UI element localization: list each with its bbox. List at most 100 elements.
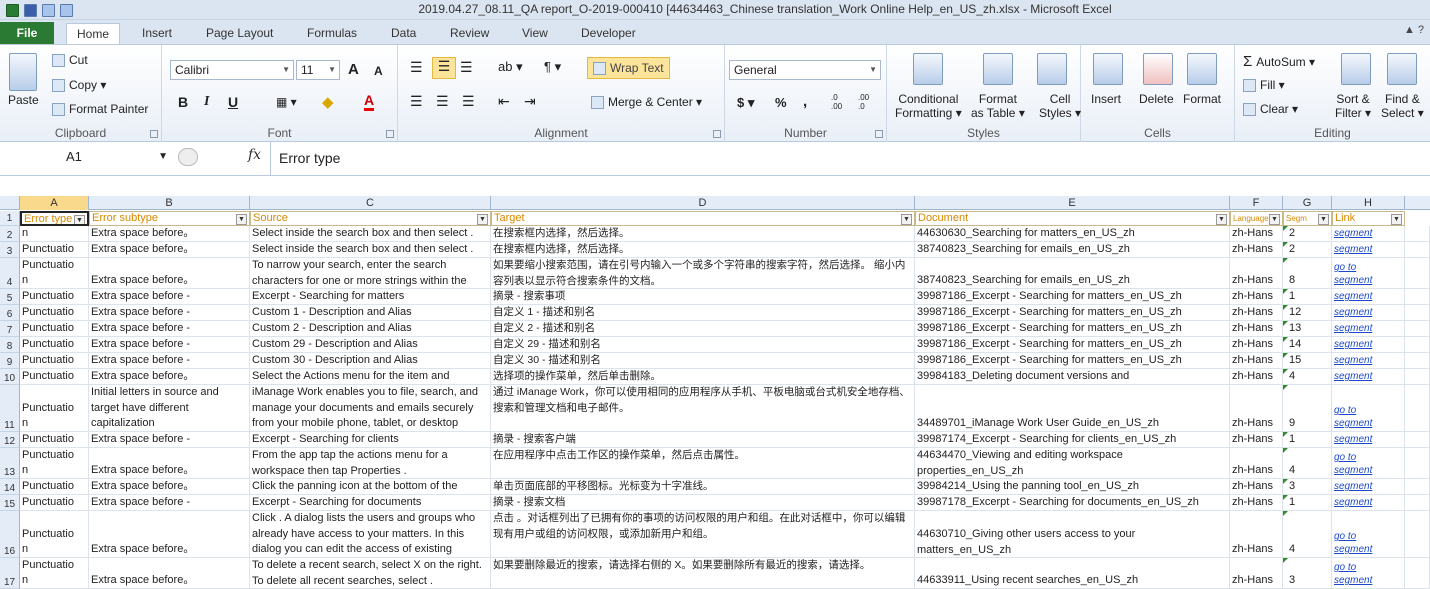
segment-link[interactable]: segment — [1334, 464, 1404, 477]
format-painter-button[interactable]: Format Painter — [52, 102, 148, 117]
cell-error-subtype[interactable]: Extra space before。 — [89, 479, 250, 495]
segment-link[interactable]: segment — [1334, 274, 1404, 287]
percent-button[interactable]: % — [775, 95, 787, 110]
cell-source[interactable]: Custom 1 - Description and Alias — [250, 305, 491, 321]
cell-error-subtype[interactable]: Extra space before - — [89, 337, 250, 353]
column-header-h[interactable]: H — [1332, 196, 1405, 210]
align-middle-icon[interactable]: ☰ — [432, 57, 456, 79]
cell-link[interactable]: segment — [1332, 479, 1405, 495]
cell-document[interactable]: 44630710_Giving other users access to yo… — [915, 511, 1230, 558]
cell-empty[interactable] — [1405, 321, 1430, 337]
cell-language[interactable]: zh-Hans — [1230, 226, 1283, 242]
filter-dropdown-icon[interactable]: ▼ — [901, 214, 912, 225]
cell-target[interactable]: 在搜索框内选择，然后选择。 — [491, 242, 915, 258]
bold-button[interactable]: B — [178, 94, 188, 110]
row-header[interactable]: 12 — [0, 432, 20, 448]
cell-source[interactable]: To narrow your search, enter the search … — [250, 258, 491, 289]
column-header-e[interactable]: E — [915, 196, 1230, 210]
cell-segment[interactable]: 4 — [1283, 448, 1332, 479]
cell-segment[interactable]: 3 — [1283, 558, 1332, 589]
cell-link[interactable]: segment — [1332, 337, 1405, 353]
column-header-d[interactable]: D — [491, 196, 915, 210]
cell-language[interactable]: zh-Hans — [1230, 558, 1283, 589]
cell-link[interactable]: go to segment — [1332, 448, 1405, 479]
cell-language[interactable]: zh-Hans — [1230, 511, 1283, 558]
cell-language[interactable]: zh-Hans — [1230, 385, 1283, 432]
cell-target[interactable]: 点击 。对话框列出了已拥有你的事项的访问权限的用户和组。在此对话框中，你可以编辑… — [491, 511, 915, 558]
cell-segment[interactable]: 2 — [1283, 226, 1332, 242]
cell-segment[interactable]: 9 — [1283, 385, 1332, 432]
cell-source[interactable]: Excerpt - Searching for clients — [250, 432, 491, 448]
filter-dropdown-icon[interactable]: ▼ — [74, 215, 85, 224]
underline-button[interactable]: U — [228, 94, 238, 110]
cell-source[interactable]: Click . A dialog lists the users and gro… — [250, 511, 491, 558]
cell-document[interactable]: 44630630_Searching for matters_en_US_zh — [915, 226, 1230, 242]
cell-language[interactable]: zh-Hans — [1230, 369, 1283, 385]
paste-button[interactable]: Paste — [8, 93, 39, 107]
clipboard-launcher-icon[interactable] — [150, 130, 158, 138]
go-to-link[interactable]: go to — [1334, 530, 1404, 543]
go-to-link[interactable]: go to — [1334, 561, 1404, 574]
cell-segment[interactable]: 1 — [1283, 432, 1332, 448]
cell-empty[interactable] — [1405, 258, 1430, 289]
cell-source[interactable]: From the app tap the actions menu for a … — [250, 448, 491, 479]
cell-error-type[interactable]: Punctuatio — [20, 337, 89, 353]
align-left-icon[interactable]: ☰ — [410, 93, 423, 110]
cell-document[interactable]: 39987178_Excerpt - Searching for documen… — [915, 495, 1230, 511]
column-header-f[interactable]: F — [1230, 196, 1283, 210]
help-icon[interactable]: ▲ ? — [1404, 24, 1424, 36]
font-name-select[interactable]: Calibri ▼ — [170, 60, 294, 80]
cell-error-type[interactable]: Punctuatio — [20, 479, 89, 495]
tab-file[interactable]: File — [0, 22, 54, 44]
font-launcher-icon[interactable] — [386, 130, 394, 138]
cell-styles-icon[interactable] — [1037, 53, 1067, 85]
grow-font-button[interactable]: A — [348, 61, 359, 78]
cell-empty[interactable] — [1405, 242, 1430, 258]
formula-input[interactable]: Error type — [279, 150, 340, 166]
cell-segment[interactable]: 1 — [1283, 495, 1332, 511]
align-right-icon[interactable]: ☰ — [462, 93, 475, 110]
cell-source[interactable]: iManage Work enables you to file, search… — [250, 385, 491, 432]
cell-empty[interactable] — [1405, 353, 1430, 369]
borders-icon[interactable]: ▦ ▾ — [276, 95, 297, 109]
wrap-text-button[interactable]: Wrap Text — [587, 57, 670, 79]
segment-link[interactable]: segment — [1334, 370, 1404, 383]
cell-empty[interactable] — [1405, 479, 1430, 495]
tab-data[interactable]: Data — [391, 23, 416, 44]
cell-target[interactable]: 单击页面底部的平移图标。光标变为十字准线。 — [491, 479, 915, 495]
cell-link[interactable]: segment — [1332, 432, 1405, 448]
cell-language[interactable]: zh-Hans — [1230, 495, 1283, 511]
cell-error-type[interactable]: Punctuatio — [20, 432, 89, 448]
segment-link[interactable]: segment — [1334, 480, 1404, 493]
cell-error-type[interactable]: Punctuatio n — [20, 511, 89, 558]
cell-target[interactable]: 摘录 - 搜索客户端 — [491, 432, 915, 448]
binoculars-icon[interactable] — [1387, 53, 1417, 85]
cell-segment[interactable]: 14 — [1283, 337, 1332, 353]
segment-link[interactable]: segment — [1334, 227, 1404, 240]
cell-error-type[interactable]: n — [20, 226, 89, 242]
cell-language[interactable]: zh-Hans — [1230, 289, 1283, 305]
cell-target[interactable]: 自定义 2 - 描述和别名 — [491, 321, 915, 337]
cell-source[interactable]: Click the panning icon at the bottom of … — [250, 479, 491, 495]
cell-error-subtype[interactable]: Extra space before - — [89, 289, 250, 305]
cell-language[interactable]: zh-Hans — [1230, 448, 1283, 479]
cell-link[interactable]: segment — [1332, 353, 1405, 369]
cell-empty[interactable] — [1405, 495, 1430, 511]
cell-target[interactable]: 自定义 29 - 描述和别名 — [491, 337, 915, 353]
segment-link[interactable]: segment — [1334, 338, 1404, 351]
tab-developer[interactable]: Developer — [581, 23, 636, 44]
cell-target[interactable]: 如果要缩小搜索范围，请在引号内输入一个或多个字符串的搜索字符，然后选择。 缩小内… — [491, 258, 915, 289]
segment-link[interactable]: segment — [1334, 354, 1404, 367]
segment-link[interactable]: segment — [1334, 496, 1404, 509]
cell-link[interactable]: segment — [1332, 242, 1405, 258]
cell-link[interactable]: go to segment — [1332, 385, 1405, 432]
header-cell-f[interactable]: Language ▼ — [1230, 211, 1283, 226]
delete-cells-icon[interactable] — [1143, 53, 1173, 85]
cell-source[interactable]: Excerpt - Searching for documents — [250, 495, 491, 511]
clear-button[interactable]: Clear ▾ — [1243, 102, 1298, 117]
cell-segment[interactable]: 15 — [1283, 353, 1332, 369]
header-cell-g[interactable]: Segm ▼ — [1283, 211, 1332, 226]
cell-error-subtype[interactable]: Extra space before - — [89, 495, 250, 511]
row-header[interactable]: 3 — [0, 242, 20, 258]
cell-link[interactable]: segment — [1332, 226, 1405, 242]
